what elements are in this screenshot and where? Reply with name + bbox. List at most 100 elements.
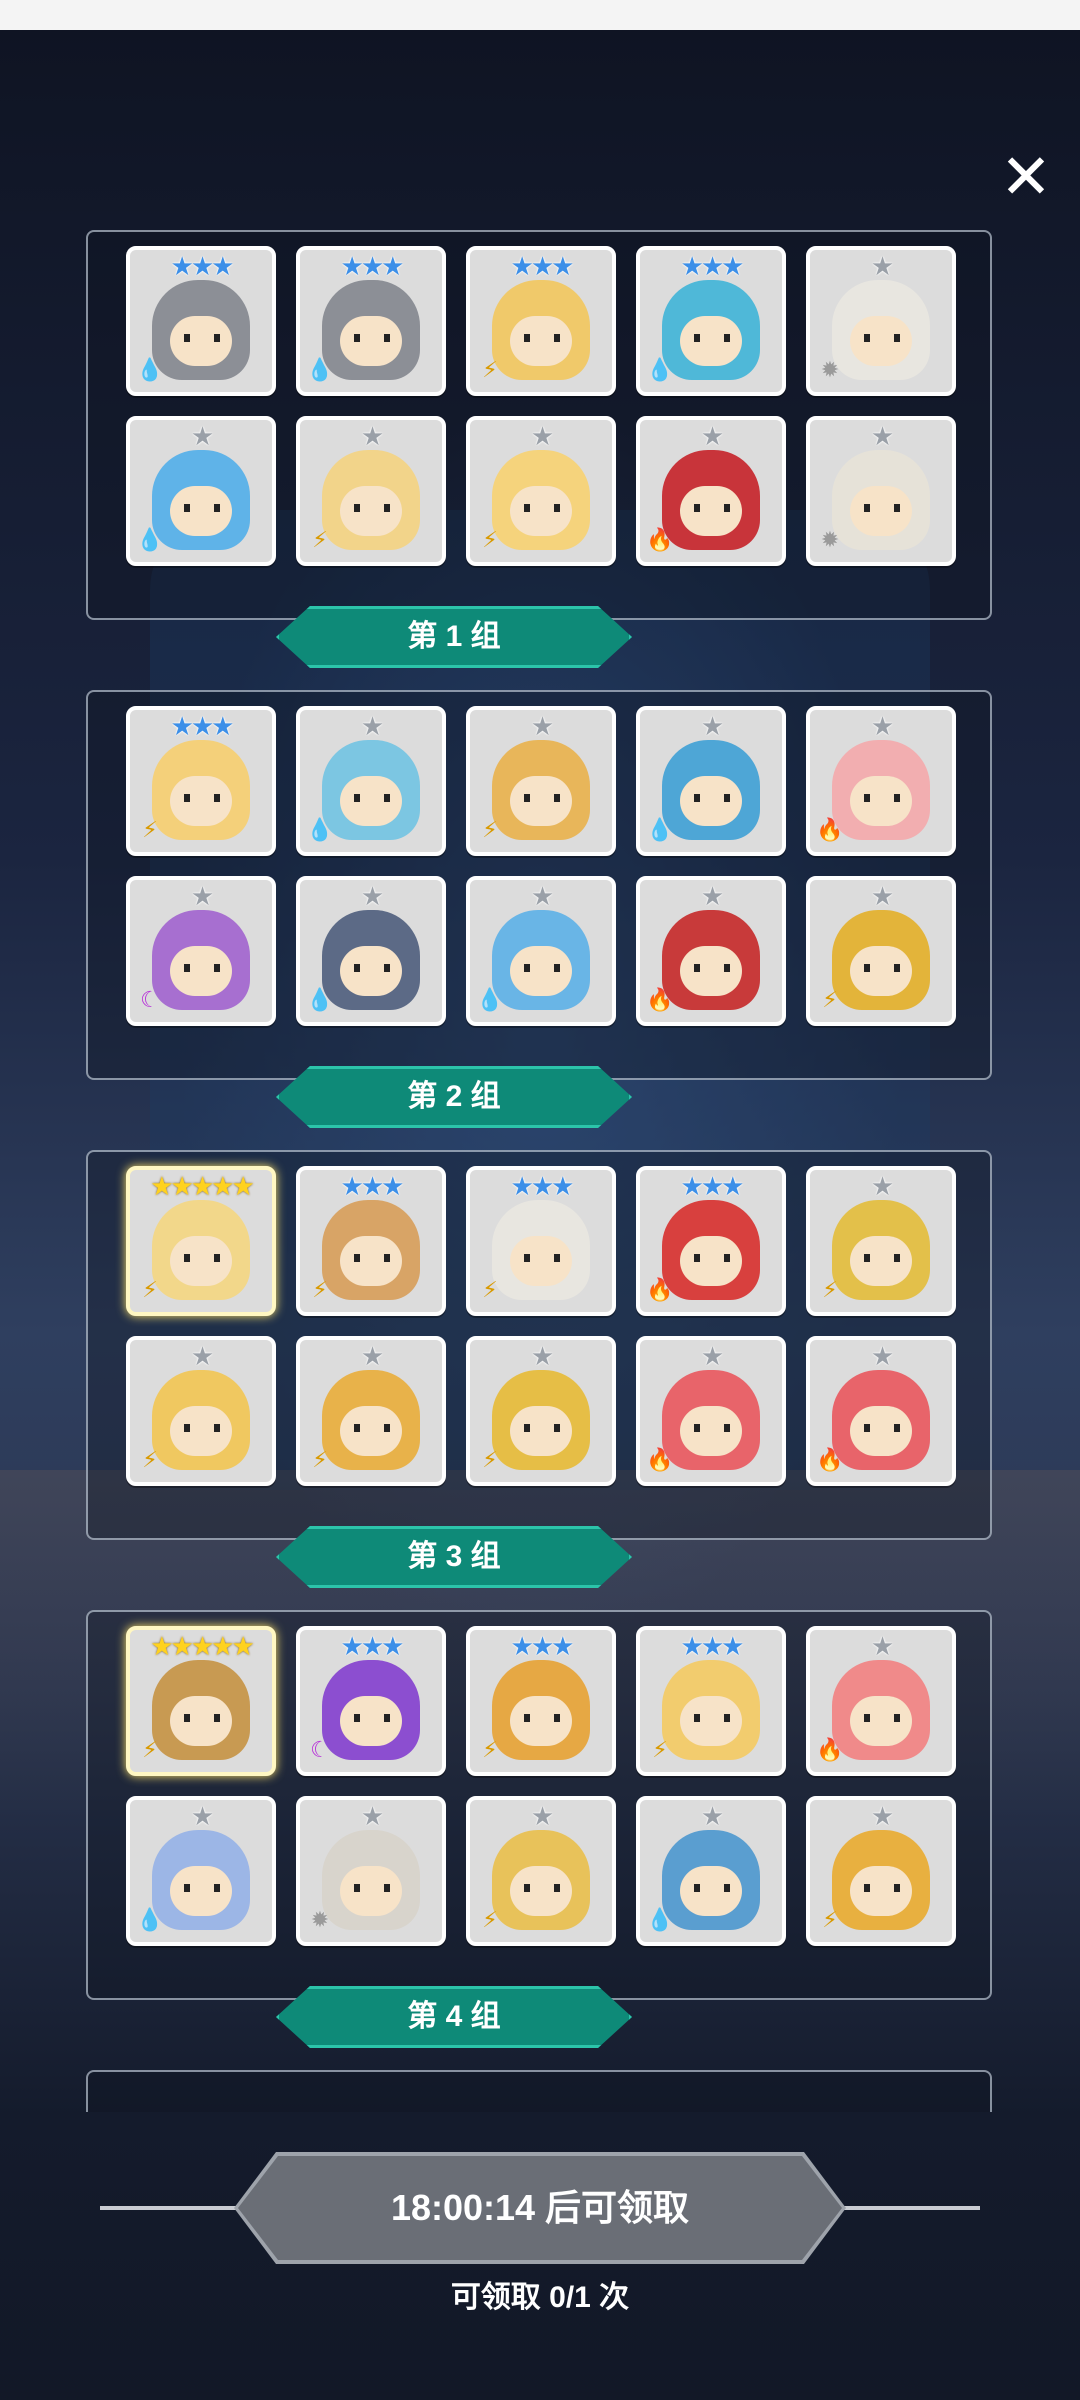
star-rating: ★ xyxy=(190,421,214,451)
star-rating: ★★★ xyxy=(170,251,235,281)
hero-eyes xyxy=(864,1424,900,1432)
hero-card[interactable]: ★★★★★ ⚡ xyxy=(126,1626,276,1776)
hero-card[interactable]: ★ 🔥 xyxy=(636,416,786,566)
hero-card[interactable]: ★ ⚡ xyxy=(466,1336,616,1486)
water-element-icon: 💧 xyxy=(306,357,334,382)
star-rating: ★★★ xyxy=(170,711,235,741)
hero-eyes xyxy=(354,504,390,512)
hero-eyes xyxy=(524,1254,560,1262)
hero-card[interactable]: ★ ⚡ xyxy=(806,1796,956,1946)
hero-card[interactable]: ★★★ 💧 xyxy=(636,246,786,396)
close-icon[interactable]: ✕ xyxy=(996,147,1056,209)
hero-eyes xyxy=(184,334,220,342)
star-rating: ★ xyxy=(700,1341,724,1371)
water-element-icon: 💧 xyxy=(306,987,334,1012)
star-rating: ★ xyxy=(870,711,894,741)
hero-card[interactable]: ★★★ ⚡ xyxy=(466,1626,616,1776)
hero-card[interactable]: ★ ⚡ xyxy=(466,706,616,856)
hero-card[interactable]: ★ 🔥 xyxy=(806,1336,956,1486)
dark-element-icon: ☾ xyxy=(310,1737,330,1762)
hero-card[interactable]: ★ ⚡ xyxy=(806,1166,956,1316)
star-rating: ★ xyxy=(530,421,554,451)
hero-card[interactable]: ★ 💧 xyxy=(636,1796,786,1946)
hero-card[interactable]: ★ 💧 xyxy=(466,876,616,1026)
hero-card[interactable]: ★★★ ⚡ xyxy=(466,1166,616,1316)
star-rating: ★★★ xyxy=(340,1171,405,1201)
hero-card[interactable]: ★ ⚡ xyxy=(806,876,956,1026)
hero-card[interactable]: ★★★ ⚡ xyxy=(636,1626,786,1776)
hero-card[interactable]: ★ 💧 xyxy=(636,706,786,856)
hero-card[interactable]: ★ 💧 xyxy=(296,876,446,1026)
hero-card[interactable]: ★ 💧 xyxy=(126,416,276,566)
hero-eyes xyxy=(184,1424,220,1432)
hero-card[interactable]: ★ ⚡ xyxy=(466,1796,616,1946)
hero-eyes xyxy=(184,1714,220,1722)
hero-card[interactable]: ★ 🔥 xyxy=(806,1626,956,1776)
hero-card[interactable]: ★★★ 💧 xyxy=(296,246,446,396)
hero-card[interactable]: ★ 🔥 xyxy=(636,876,786,1026)
thunder-element-icon: ⚡ xyxy=(482,817,498,842)
star-rating: ★★★ xyxy=(680,1171,745,1201)
light-element-icon: ✹ xyxy=(310,1907,330,1932)
star-rating: ★★★★★ xyxy=(150,1631,255,1661)
hero-group-list[interactable]: ★★★ 💧 ★★★ 💧 ★★★ ⚡ ★★★ 💧 ★ ✹ ★ 💧 ★ ⚡ ★ ⚡ ★ 🔥 ★ ✹ 第 1 组 ★★★ ⚡ ★ 💧 ★… xyxy=(0,230,1080,2112)
hero-card[interactable]: ★ ✹ xyxy=(806,246,956,396)
star-rating: ★★★ xyxy=(340,251,405,281)
thunder-element-icon: ⚡ xyxy=(312,1447,328,1472)
star-rating: ★ xyxy=(530,881,554,911)
hero-card[interactable]: ★★★ 🔥 xyxy=(636,1166,786,1316)
hero-card[interactable]: ★★★ ⚡ xyxy=(466,246,616,396)
star-rating: ★★★ xyxy=(680,251,745,281)
hero-card[interactable]: ★ 🔥 xyxy=(806,706,956,856)
hero-card[interactable]: ★★★ ⚡ xyxy=(296,1166,446,1316)
hero-card[interactable]: ★★★★★ ⚡ xyxy=(126,1166,276,1316)
hero-group-panel: ★★★★★ ⚡ ★★★ ⚡ ★★★ ⚡ ★★★ 🔥 ★ ⚡ ★ ⚡ ★ ⚡ ★ ⚡ ★ 🔥 ★ 🔥 xyxy=(86,1150,992,1540)
hero-card[interactable]: ★ ⚡ xyxy=(296,416,446,566)
hero-card[interactable]: ★ ⚡ xyxy=(126,1336,276,1486)
star-rating: ★★★ xyxy=(510,1171,575,1201)
fire-element-icon: 🔥 xyxy=(646,527,674,552)
group-label-banner: 第 1 组 xyxy=(276,606,632,668)
hero-eyes xyxy=(694,1714,730,1722)
hero-group-panel: ★★★ ⚡ ★ 💧 ★ ⚡ ★ 💧 ★ 🔥 ★ ☾ ★ 💧 ★ 💧 ★ 🔥 ★ ⚡ xyxy=(86,690,992,1080)
hero-eyes xyxy=(864,1714,900,1722)
hero-card[interactable]: ★★★ ☾ xyxy=(296,1626,446,1776)
group-label-banner: 第 3 组 xyxy=(276,1526,632,1588)
star-rating: ★ xyxy=(700,421,724,451)
hero-eyes xyxy=(864,964,900,972)
star-rating: ★ xyxy=(190,1341,214,1371)
star-rating: ★ xyxy=(360,881,384,911)
thunder-element-icon: ⚡ xyxy=(142,817,158,842)
hero-eyes xyxy=(864,1254,900,1262)
star-rating: ★★★★★ xyxy=(150,1171,255,1201)
hero-card[interactable]: ★ ✹ xyxy=(806,416,956,566)
hero-card[interactable]: ★ 💧 xyxy=(296,706,446,856)
hero-eyes xyxy=(184,1884,220,1892)
star-rating: ★ xyxy=(870,1171,894,1201)
hero-card[interactable]: ★★★ 💧 xyxy=(126,246,276,396)
hero-group-panel-partial xyxy=(86,2070,992,2112)
hero-eyes xyxy=(864,1884,900,1892)
star-rating: ★ xyxy=(870,1631,894,1661)
hero-eyes xyxy=(694,1884,730,1892)
claim-button[interactable]: 18:00:14 后可领取 xyxy=(238,2156,842,2260)
thunder-element-icon: ⚡ xyxy=(822,1277,838,1302)
fire-element-icon: 🔥 xyxy=(646,987,674,1012)
star-rating: ★ xyxy=(870,1801,894,1831)
hero-card[interactable]: ★ ☾ xyxy=(126,876,276,1026)
divider-left xyxy=(100,2206,240,2210)
star-rating: ★ xyxy=(530,1801,554,1831)
hero-card[interactable]: ★ ⚡ xyxy=(466,416,616,566)
thunder-element-icon: ⚡ xyxy=(822,1907,838,1932)
thunder-element-icon: ⚡ xyxy=(822,987,838,1012)
dark-element-icon: ☾ xyxy=(140,987,160,1012)
hero-card[interactable]: ★ 🔥 xyxy=(636,1336,786,1486)
hero-card[interactable]: ★★★ ⚡ xyxy=(126,706,276,856)
hero-card[interactable]: ★ ⚡ xyxy=(296,1336,446,1486)
hero-card[interactable]: ★ 💧 xyxy=(126,1796,276,1946)
star-rating: ★ xyxy=(190,881,214,911)
thunder-element-icon: ⚡ xyxy=(482,1277,498,1302)
star-rating: ★ xyxy=(530,711,554,741)
hero-eyes xyxy=(694,964,730,972)
hero-card[interactable]: ★ ✹ xyxy=(296,1796,446,1946)
